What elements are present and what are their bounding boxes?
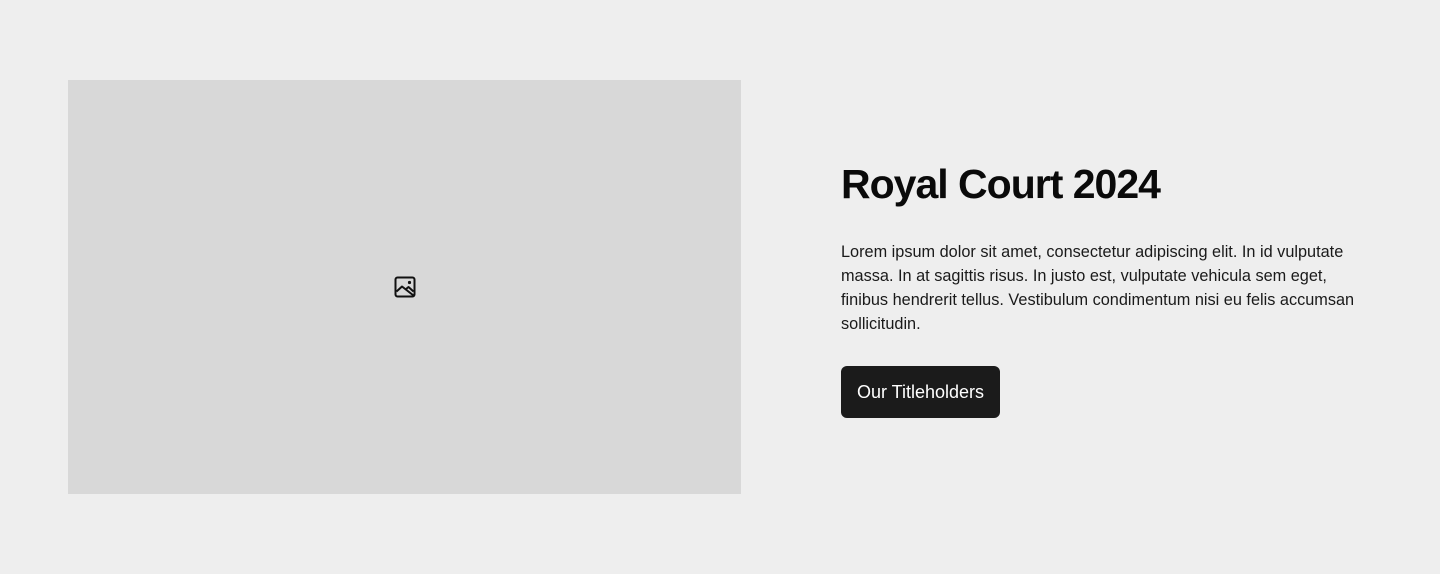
hero-description: Lorem ipsum dolor sit amet, consectetur … [841, 243, 1355, 333]
titleholders-button[interactable]: Our Titleholders [841, 366, 1001, 418]
image-placeholder [68, 80, 741, 494]
image-icon [394, 276, 416, 298]
page-title: Royal Court 2024 [841, 161, 1161, 207]
hero-content: Royal Court 2024 Lorem ipsum dolor sit a… [841, 160, 1381, 418]
